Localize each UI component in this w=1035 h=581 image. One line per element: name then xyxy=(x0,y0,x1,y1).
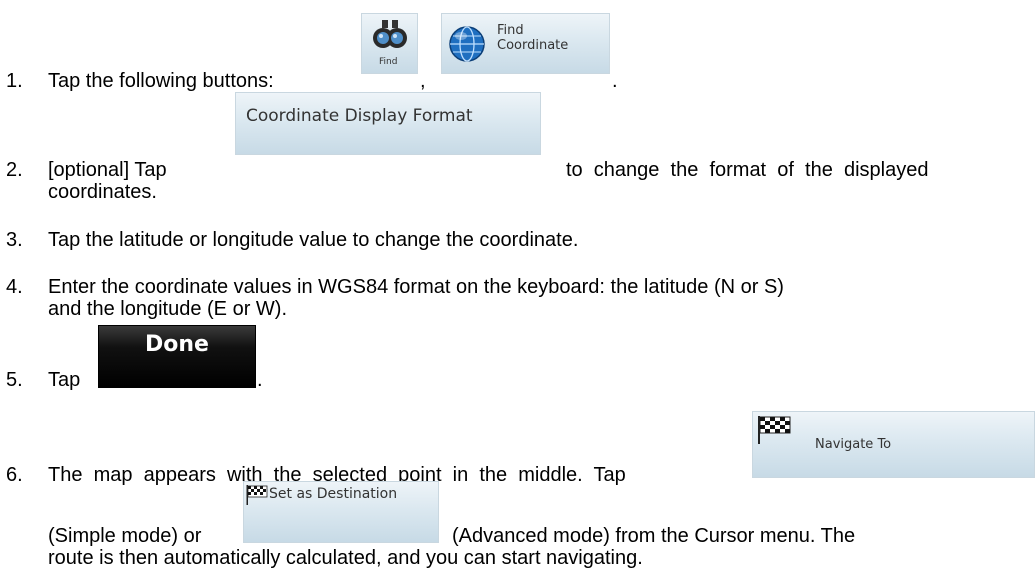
checkered-flag-icon xyxy=(246,485,268,505)
step-2-text-before: [optional] Tap xyxy=(48,159,167,181)
step-6-number: 6. xyxy=(6,464,23,486)
find-button-label: Find xyxy=(379,57,398,67)
binoculars-icon xyxy=(371,18,409,50)
step-6-text-line3: route is then automatically calculated, … xyxy=(48,547,643,569)
done-button[interactable]: Done xyxy=(98,325,256,388)
coordinate-display-format-label: Coordinate Display Format xyxy=(246,106,473,126)
set-as-destination-button[interactable]: Set as Destination xyxy=(243,481,439,543)
step-3-number: 3. xyxy=(6,229,23,251)
step-6-text-line2-after: (Advanced mode) from the Cursor menu. Th… xyxy=(452,525,856,547)
step-6-text-line2-before: (Simple mode) or xyxy=(48,525,202,547)
globe-icon xyxy=(448,25,486,63)
find-coordinate-label-line2: Coordinate xyxy=(497,38,569,53)
step-2-text-after: to change the format of the displayed xyxy=(566,159,929,181)
step-5-period: . xyxy=(257,369,263,391)
step-4-number: 4. xyxy=(6,276,23,298)
coordinate-display-format-button[interactable]: Coordinate Display Format xyxy=(235,92,541,155)
step-1-separator: , xyxy=(420,70,426,92)
done-button-label: Done xyxy=(145,332,209,357)
step-1-period: . xyxy=(612,70,618,92)
find-coordinate-label-line1: Find xyxy=(497,23,524,38)
step-2-number: 2. xyxy=(6,159,23,181)
step-4-text-line1: Enter the coordinate values in WGS84 for… xyxy=(48,276,784,298)
navigate-to-button[interactable]: Navigate To xyxy=(752,411,1035,478)
step-5-text-before: Tap xyxy=(48,369,81,391)
navigate-to-label: Navigate To xyxy=(815,437,892,452)
step-1-text: Tap the following buttons: xyxy=(48,70,274,92)
set-as-destination-label: Set as Destination xyxy=(269,486,398,502)
find-button[interactable]: Find xyxy=(361,13,418,74)
step-1-number: 1. xyxy=(6,70,23,92)
step-2-text-line2: coordinates. xyxy=(48,181,157,203)
step-5-number: 5. xyxy=(6,369,23,391)
find-coordinate-button[interactable]: Find Coordinate xyxy=(441,13,610,74)
checkered-flag-icon xyxy=(757,415,791,445)
step-3-text: Tap the latitude or longitude value to c… xyxy=(48,229,579,251)
step-4-text-line2: and the longitude (E or W). xyxy=(48,298,288,320)
